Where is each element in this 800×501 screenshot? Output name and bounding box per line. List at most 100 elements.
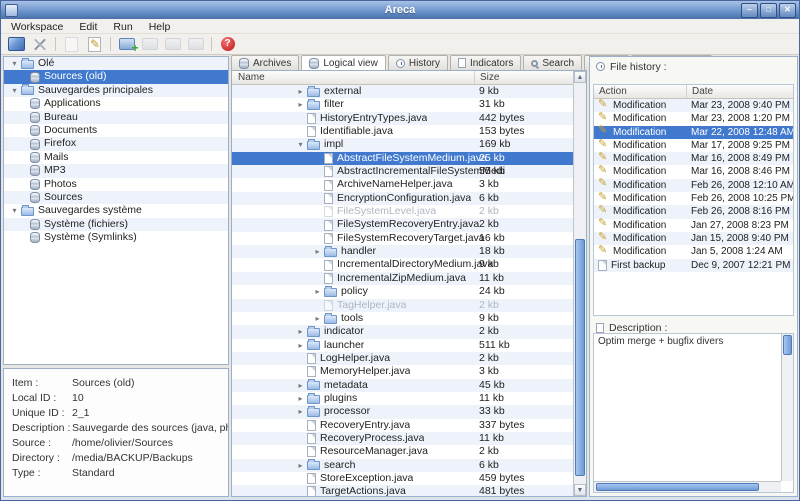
tree-file-storeexception-java[interactable]: StoreException.java459 bytes [232,472,573,485]
file-tree-scrollbar[interactable]: ▲ ▼ [573,71,586,496]
tree-folder-handler[interactable]: ▸handler18 kb [232,245,573,258]
scroll-down-icon[interactable]: ▼ [574,484,586,496]
tree-folder-policy[interactable]: ▸policy24 kb [232,285,573,298]
menu-workspace[interactable]: Workspace [3,21,71,33]
history-row[interactable]: ModificationMar 16, 2008 8:49 PM [594,152,793,165]
scroll-up-icon[interactable]: ▲ [574,71,586,83]
tree-item-sources-old[interactable]: Sources (old) [4,70,228,83]
history-row[interactable]: ModificationMar 23, 2008 9:40 PM [594,99,793,112]
tab-logical-view[interactable]: Logical view [301,55,385,70]
maximize-button[interactable]: □ [760,3,777,18]
tree-item-syst-me-fichiers[interactable]: Système (fichiers) [4,218,228,231]
tree-file-taghelper-java[interactable]: TagHelper.java2 kb [232,299,573,312]
tree-file-memoryhelper-java[interactable]: MemoryHelper.java3 kb [232,365,573,378]
tree-file-filesystemrecoverytarget-java[interactable]: FileSystemRecoveryTarget.java16 kb [232,232,573,245]
tree-folder-processor[interactable]: ▸processor33 kb [232,405,573,418]
tree-file-recoveryprocess-java[interactable]: RecoveryProcess.java11 kb [232,432,573,445]
expand-arrow-icon[interactable]: ▸ [294,459,307,472]
tree-file-abstractfilesystemmedium-java[interactable]: AbstractFileSystemMedium.java25 kb [232,152,573,165]
history-row[interactable]: ModificationFeb 26, 2008 12:10 AM [594,179,793,192]
tree-folder-metadata[interactable]: ▸metadata45 kb [232,379,573,392]
minimize-button[interactable]: – [741,3,758,18]
tree-file-filesystemlevel-java[interactable]: FileSystemLevel.java2 kb [232,205,573,218]
tree-item-mails[interactable]: Mails [4,151,228,164]
tree-file-identifiable-java[interactable]: Identifiable.java153 bytes [232,125,573,138]
expand-arrow-icon[interactable]: ▸ [294,325,307,338]
history-row[interactable]: ModificationMar 17, 2008 9:25 PM [594,139,793,152]
edit-target-button[interactable] [83,35,106,53]
tab-search[interactable]: Search [523,55,582,70]
tree-folder-launcher[interactable]: ▸launcher511 kb [232,339,573,352]
tree-item-bureau[interactable]: Bureau [4,111,228,124]
tree-item-photos[interactable]: Photos [4,178,228,191]
tree-file-incrementalzipmedium-java[interactable]: IncrementalZipMedium.java11 kb [232,272,573,285]
scrollbar-thumb[interactable] [783,335,792,355]
menu-help[interactable]: Help [141,21,179,33]
tree-file-encryptionconfiguration-java[interactable]: EncryptionConfiguration.java6 kb [232,192,573,205]
history-row[interactable]: ModificationFeb 26, 2008 10:25 PM [594,192,793,205]
tree-file-recoveryentry-java[interactable]: RecoveryEntry.java337 bytes [232,419,573,432]
column-header-action[interactable]: Action [599,85,627,98]
tree-folder-filter[interactable]: ▸filter31 kb [232,98,573,111]
tree-file-loghelper-java[interactable]: LogHelper.java2 kb [232,352,573,365]
tree-folder-impl[interactable]: ▾impl169 kb [232,138,573,151]
expand-arrow-icon[interactable]: ▸ [294,98,307,111]
scrollbar-thumb[interactable] [596,483,759,491]
tree-item-sauvegardes-principales[interactable]: ▾Sauvegardes principales [4,84,228,97]
history-row[interactable]: ModificationMar 23, 2008 1:20 PM [594,112,793,125]
expand-arrow-icon[interactable]: ▸ [311,312,324,325]
expand-arrow-icon[interactable]: ▸ [311,245,324,258]
close-button[interactable]: ✕ [779,3,796,18]
expand-arrow-icon[interactable]: ▸ [294,85,307,98]
description-hscrollbar[interactable] [594,481,781,492]
column-header-size[interactable]: Size [474,71,499,84]
collapse-arrow-icon[interactable]: ▾ [8,57,21,70]
expand-arrow-icon[interactable]: ▸ [294,392,307,405]
help-button[interactable] [216,35,239,53]
preferences-button[interactable] [28,35,51,53]
expand-arrow-icon[interactable]: ▸ [294,379,307,392]
column-header-date[interactable]: Date [686,85,713,98]
tree-item-sources[interactable]: Sources [4,191,228,204]
collapse-arrow-icon[interactable]: ▾ [8,84,21,97]
tree-folder-search[interactable]: ▸search6 kb [232,459,573,472]
history-row[interactable]: ModificationJan 15, 2008 9:40 PM [594,232,793,245]
history-row[interactable]: ModificationFeb 26, 2008 8:16 PM [594,205,793,218]
expand-arrow-icon[interactable]: ▸ [311,285,324,298]
backup-button[interactable] [115,35,138,53]
tree-file-resourcemanager-java[interactable]: ResourceManager.java2 kb [232,445,573,458]
scrollbar-thumb[interactable] [575,239,585,476]
history-row[interactable]: ModificationMar 16, 2008 8:46 PM [594,165,793,178]
history-row[interactable]: First backupDec 9, 2007 12:21 PM [594,259,793,272]
collapse-arrow-icon[interactable]: ▾ [294,138,307,151]
tree-item-applications[interactable]: Applications [4,97,228,110]
tree-item-mp3[interactable]: MP3 [4,164,228,177]
column-header-name[interactable]: Name [238,71,265,84]
tree-file-historyentrytypes-java[interactable]: HistoryEntryTypes.java442 bytes [232,112,573,125]
collapse-arrow-icon[interactable]: ▾ [8,204,21,217]
tree-file-archivenamehelper-java[interactable]: ArchiveNameHelper.java3 kb [232,178,573,191]
tree-folder-tools[interactable]: ▸tools9 kb [232,312,573,325]
tree-file-filesystemrecoveryentry-java[interactable]: FileSystemRecoveryEntry.java2 kb [232,218,573,231]
history-row[interactable]: ModificationJan 27, 2008 8:23 PM [594,219,793,232]
expand-arrow-icon[interactable]: ▸ [294,339,307,352]
tree-folder-plugins[interactable]: ▸plugins11 kb [232,392,573,405]
history-row[interactable]: ModificationJan 5, 2008 1:24 AM [594,245,793,258]
tree-file-incrementaldirectorymedium-java[interactable]: IncrementalDirectoryMedium.java9 kb [232,258,573,271]
tree-folder-external[interactable]: ▸external9 kb [232,85,573,98]
expand-arrow-icon[interactable]: ▸ [294,405,307,418]
tab-archives[interactable]: Archives [231,55,299,70]
tree-item-documents[interactable]: Documents [4,124,228,137]
tab-indicators[interactable]: Indicators [450,55,521,70]
tree-file-abstractincrementalfilesystemmedi[interactable]: AbstractIncrementalFileSystemMedi55 kb [232,165,573,178]
tree-item-firefox[interactable]: Firefox [4,137,228,150]
menu-edit[interactable]: Edit [71,21,105,33]
tab-history[interactable]: History [388,55,448,70]
tree-item-syst-me-symlinks[interactable]: Système (Symlinks) [4,231,228,244]
tree-file-targetactions-java[interactable]: TargetActions.java481 bytes [232,485,573,496]
tree-item-sauvegardes-syst-me[interactable]: ▾Sauvegardes système [4,204,228,217]
history-row[interactable]: ModificationMar 22, 2008 12:48 AM [594,126,793,139]
tree-item-ol[interactable]: ▾Olé [4,57,228,70]
tree-folder-indicator[interactable]: ▸indicator2 kb [232,325,573,338]
description-vscrollbar[interactable] [781,334,793,481]
